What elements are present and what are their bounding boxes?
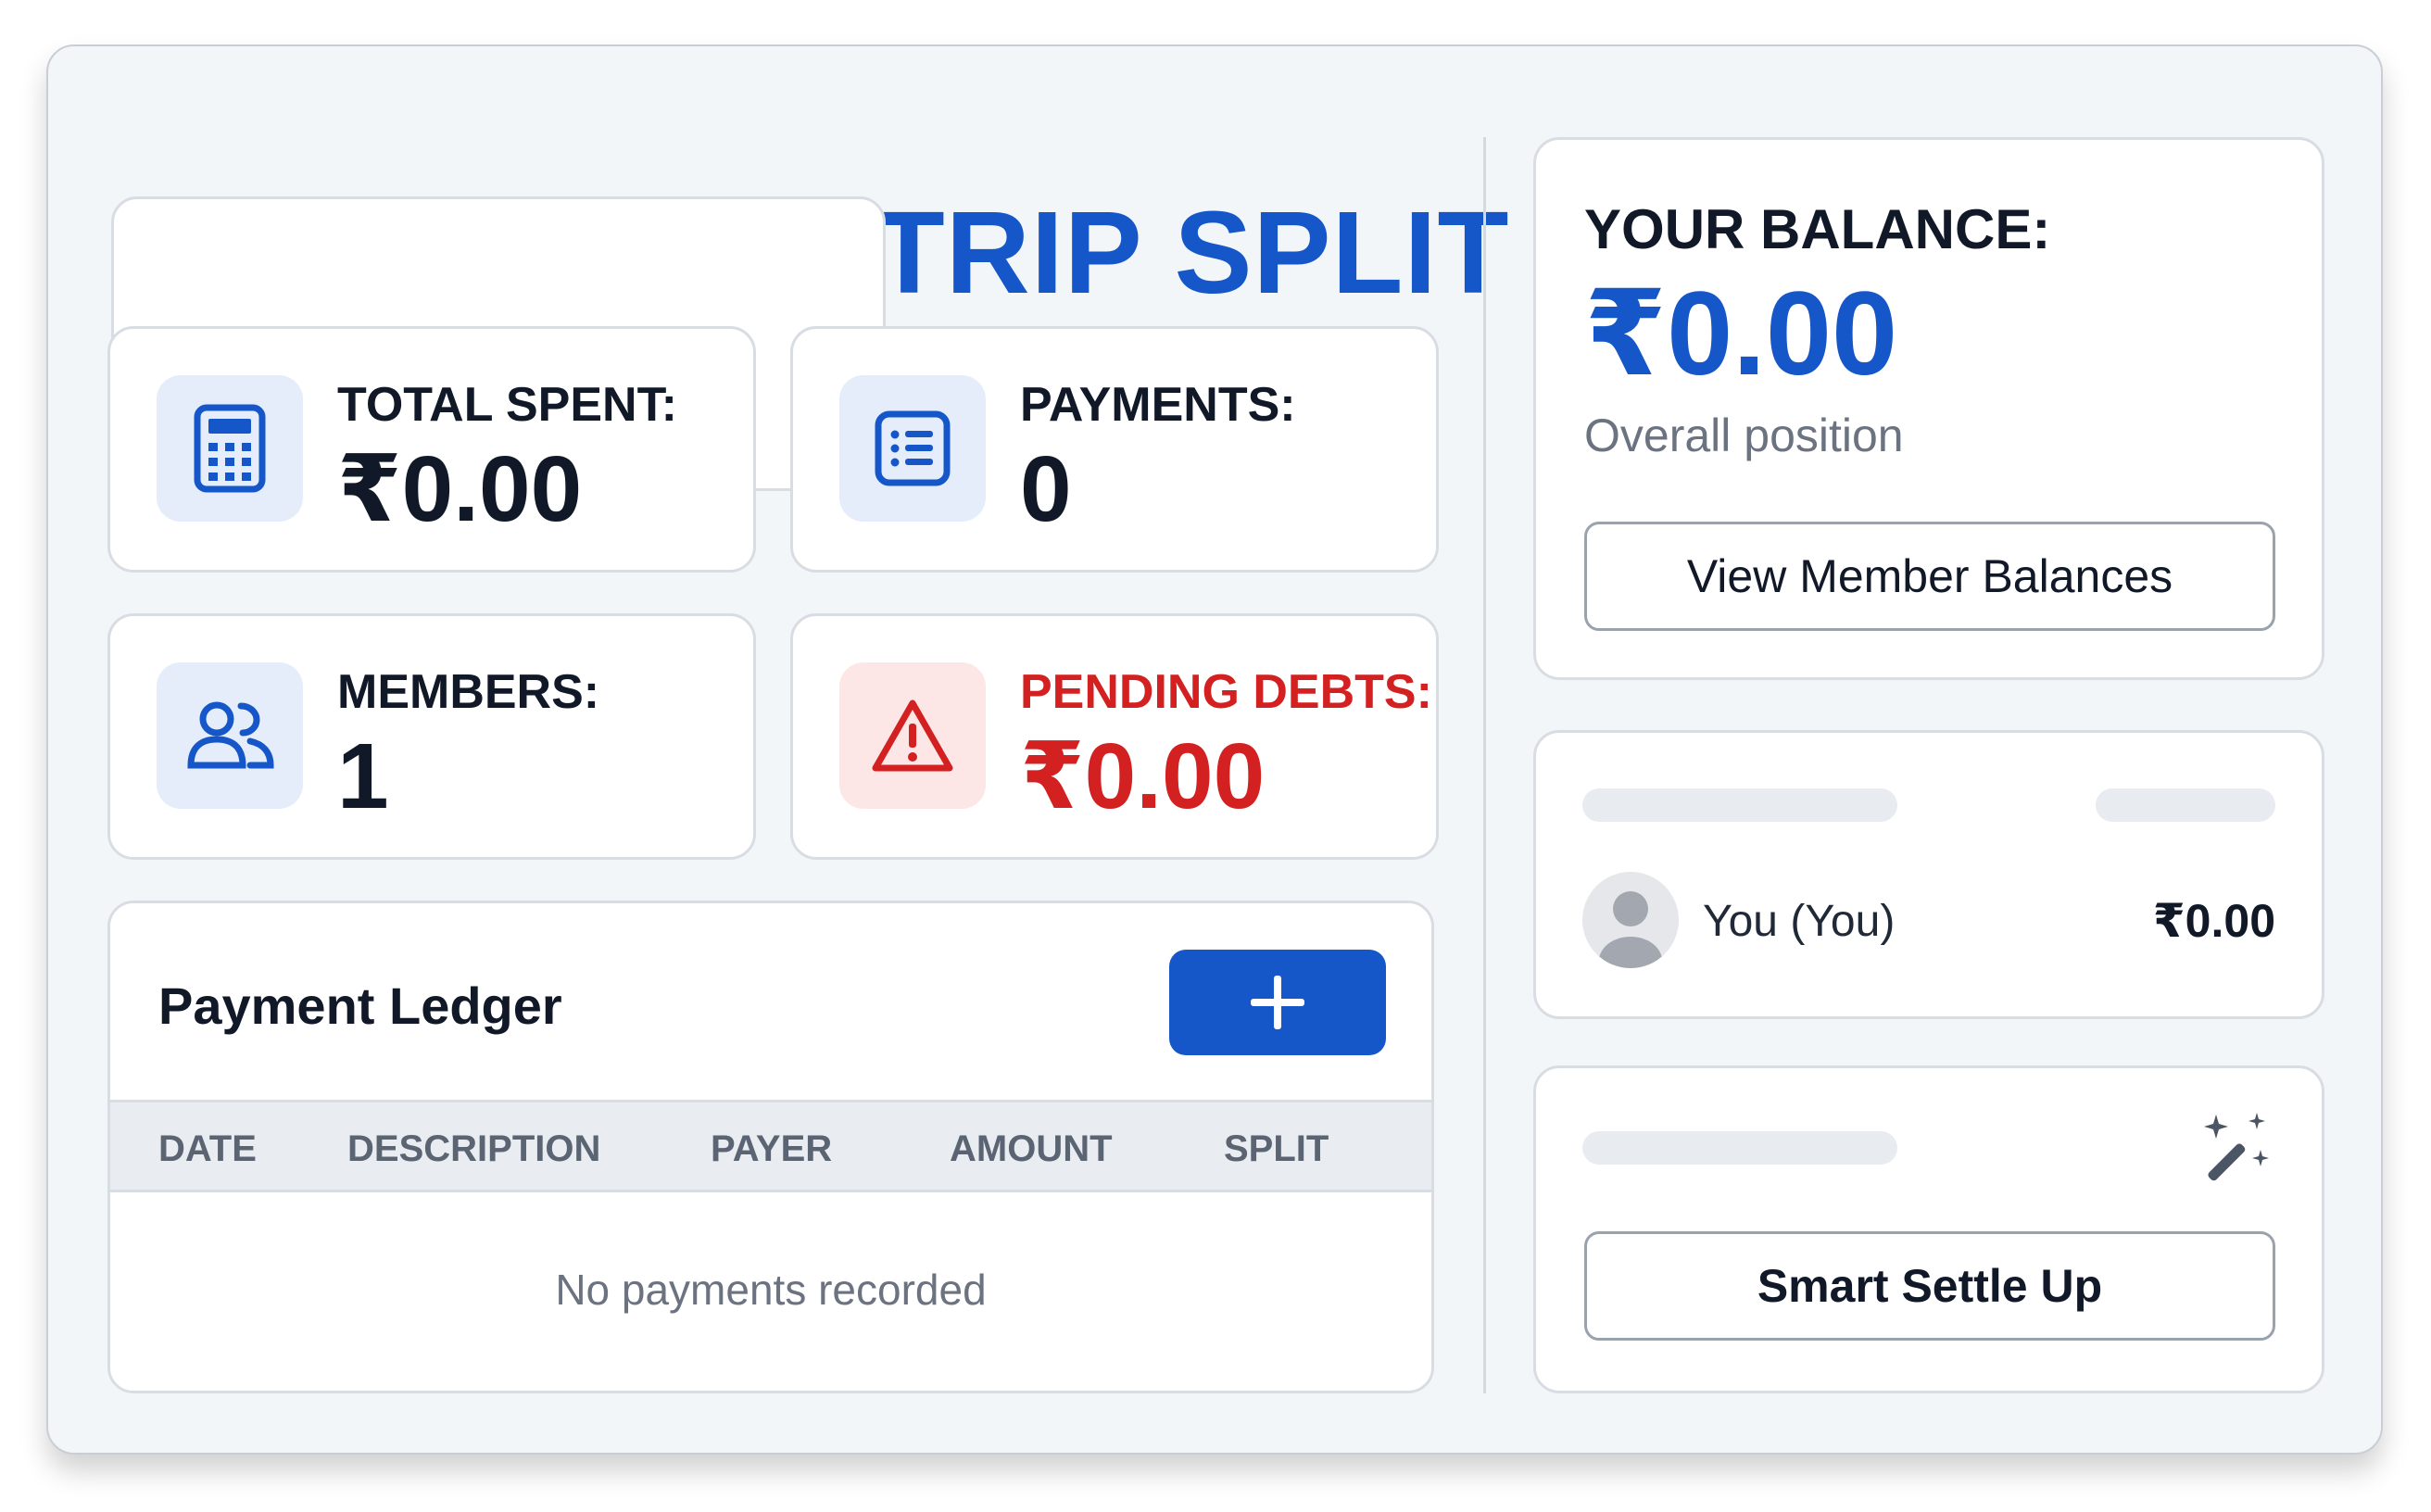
column-header-amount[interactable]: AMOUNT — [950, 1128, 1113, 1170]
plus-icon — [1251, 976, 1304, 1029]
ledger-table-header: DATE DESCRIPTION PAYER AMOUNT SPLIT — [110, 1100, 1431, 1192]
skeleton-placeholder — [1582, 788, 1897, 822]
stat-card-pending-debts: PENDING DEBTS: ₹0.00 — [790, 613, 1439, 860]
list-icon — [839, 375, 986, 522]
members-value: 1 — [337, 724, 389, 828]
column-header-description[interactable]: DESCRIPTION — [347, 1128, 600, 1170]
add-payment-button[interactable] — [1169, 950, 1386, 1055]
avatar-icon — [1582, 872, 1679, 968]
calculator-icon — [157, 375, 303, 522]
stat-card-payments: PAYMENTS: 0 — [790, 326, 1439, 573]
payments-label: PAYMENTS: — [1020, 378, 1296, 432]
balance-label: YOUR BALANCE: — [1584, 198, 2051, 260]
smart-settle-up-button[interactable]: Smart Settle Up — [1584, 1231, 2275, 1341]
column-header-date[interactable]: DATE — [158, 1128, 257, 1170]
warning-icon — [839, 662, 986, 809]
members-list-card: You (You) ₹0.00 — [1533, 730, 2324, 1019]
ledger-title: Payment Ledger — [158, 976, 562, 1035]
pending-debts-label: PENDING DEBTS: — [1020, 665, 1432, 719]
member-name: You (You) — [1703, 897, 1896, 946]
members-label: MEMBERS: — [337, 665, 600, 719]
skeleton-placeholder — [2096, 788, 2275, 822]
pending-debts-value: ₹0.00 — [1020, 724, 1266, 828]
column-header-payer[interactable]: PAYER — [711, 1128, 832, 1170]
users-icon — [157, 662, 303, 809]
balance-card: YOUR BALANCE: ₹0.00 Overall position Vie… — [1533, 137, 2324, 680]
column-divider — [1483, 137, 1486, 1393]
payment-ledger-card: Payment Ledger DATE DESCRIPTION PAYER AM… — [107, 901, 1434, 1393]
settle-card: Smart Settle Up — [1533, 1065, 2324, 1393]
balance-subtitle: Overall position — [1584, 410, 1904, 461]
column-header-split[interactable]: SPLIT — [1224, 1128, 1329, 1170]
ledger-empty-message: No payments recorded — [555, 1266, 987, 1314]
stat-card-total-spent: TOTAL SPENT: ₹0.00 — [107, 326, 756, 573]
member-amount: ₹0.00 — [2152, 895, 2275, 947]
stat-card-members: MEMBERS: 1 — [107, 613, 756, 860]
magic-wand-icon — [2198, 1109, 2275, 1187]
total-spent-label: TOTAL SPENT: — [337, 378, 677, 432]
balance-value: ₹0.00 — [1584, 268, 1898, 400]
view-member-balances-button[interactable]: View Member Balances — [1584, 522, 2275, 631]
total-spent-value: ₹0.00 — [337, 437, 583, 541]
payments-value: 0 — [1020, 437, 1072, 541]
skeleton-placeholder — [1582, 1131, 1897, 1165]
